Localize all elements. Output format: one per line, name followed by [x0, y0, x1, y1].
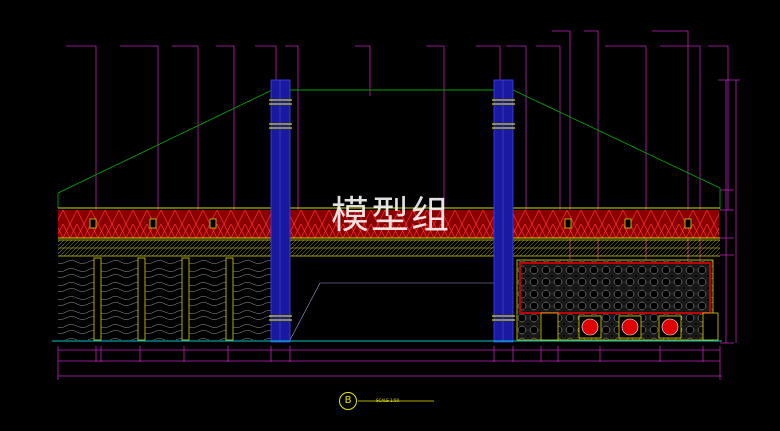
left-stone-wall — [58, 257, 271, 341]
right-panel-wall — [516, 259, 719, 341]
section-tag-circle: B — [339, 392, 357, 410]
beam-strip — [58, 239, 720, 257]
bottom-dimension-lines — [57, 346, 722, 380]
right-column — [492, 79, 515, 343]
central-opening — [289, 282, 494, 341]
left-column — [269, 79, 292, 343]
right-dimension-chain — [718, 79, 740, 344]
roof-outline — [57, 89, 721, 210]
scale-label: SCALE 1:50 — [376, 398, 400, 403]
watermark: 模型组 — [331, 193, 452, 237]
